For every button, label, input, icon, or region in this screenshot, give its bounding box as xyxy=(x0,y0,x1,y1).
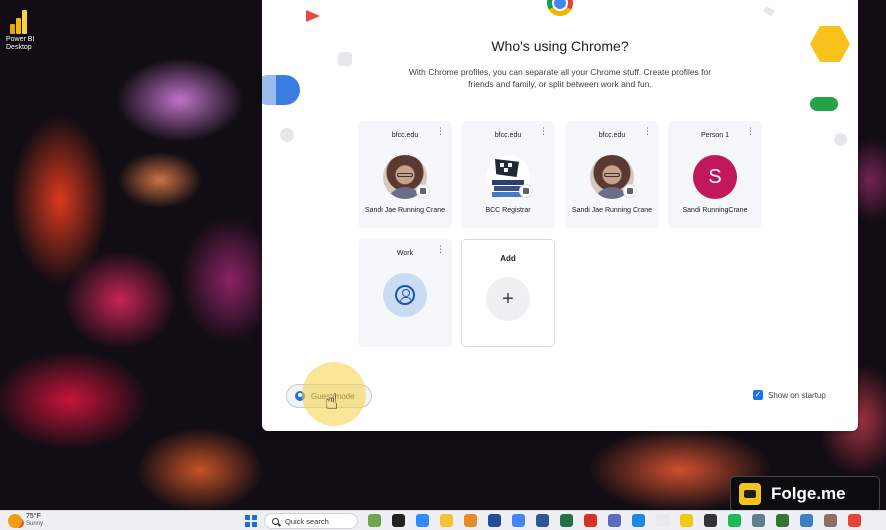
minecraft-icon[interactable] xyxy=(368,514,381,527)
add-profile-label: Add xyxy=(500,254,516,263)
decorative-shape xyxy=(262,75,276,105)
file-explorer-icon[interactable] xyxy=(440,514,453,527)
page-subtitle: With Chrome profiles, you can separate a… xyxy=(408,67,712,89)
profile-domain-label: Person 1 xyxy=(700,132,730,139)
profile-domain-label: bfcc.edu xyxy=(494,132,522,139)
decorative-shape xyxy=(810,97,838,111)
profile-menu-icon[interactable]: ⋮ xyxy=(746,127,755,136)
search-label: Quick search xyxy=(285,516,329,526)
weather-temp: 75°F xyxy=(26,513,41,520)
power-bi-icon xyxy=(10,8,32,34)
remote-desktop-icon[interactable] xyxy=(632,514,645,527)
power-bi-icon[interactable] xyxy=(680,514,693,527)
network-icon[interactable] xyxy=(752,514,765,527)
chrome-profile-picker: Who's using Chrome? With Chrome profiles… xyxy=(262,0,858,431)
weather-sun-icon xyxy=(8,513,22,528)
profile-name: BCC Registrar xyxy=(485,207,531,214)
profile-avatar-letter: S xyxy=(693,155,737,199)
managed-badge-icon xyxy=(520,185,532,197)
windows-start-icon[interactable] xyxy=(245,515,257,527)
profile-name: Sandi Jae Running Crane xyxy=(364,207,446,214)
profile-card[interactable]: bfcc.edu ⋮ BCC Registrar xyxy=(461,121,555,228)
profile-domain-label: bfcc.edu xyxy=(391,132,419,139)
zoom-icon[interactable] xyxy=(416,514,429,527)
guest-icon xyxy=(295,391,305,401)
decorative-shape xyxy=(763,5,775,17)
project-icon[interactable] xyxy=(776,514,789,527)
add-profile-button[interactable]: Add + xyxy=(461,239,555,347)
calculator-icon[interactable] xyxy=(608,514,621,527)
decorative-shape xyxy=(834,133,847,146)
decorative-shape xyxy=(280,128,294,142)
profile-menu-icon[interactable]: ⋮ xyxy=(436,245,445,254)
plus-icon: + xyxy=(486,277,530,321)
page-title: Who's using Chrome? xyxy=(491,38,629,54)
profile-card[interactable]: bfcc.edu ⋮ Sandi Jae Running Crane xyxy=(565,121,659,228)
folge-watermark-text: Folge.me xyxy=(771,484,846,503)
j1-icon[interactable] xyxy=(488,514,501,527)
managed-badge-icon xyxy=(417,185,429,197)
profile-menu-icon[interactable]: ⋮ xyxy=(643,127,652,136)
profile-avatar xyxy=(590,155,636,199)
chrome-logo-icon xyxy=(547,0,573,16)
profile-name: Sandi Jae Running Crane xyxy=(571,207,653,214)
taskbar: 75°F Sunny Quick search xyxy=(0,510,886,530)
spotify-icon[interactable] xyxy=(728,514,741,527)
show-on-startup-option[interactable]: ✓ Show on startup xyxy=(753,390,826,400)
profile-avatar xyxy=(383,273,427,317)
terminal-icon[interactable] xyxy=(392,514,405,527)
sticky-icon[interactable] xyxy=(704,514,717,527)
profile-avatar xyxy=(383,155,429,199)
folge-logo-icon xyxy=(739,483,761,505)
hand-cursor-icon: ☝ xyxy=(325,389,339,414)
taskbar-pinned-apps xyxy=(368,514,872,527)
chrome-icon[interactable] xyxy=(512,514,525,527)
profile-card[interactable]: Person 1 ⋮ S Sandi RunningCrane xyxy=(668,121,762,228)
weather-widget[interactable]: 75°F Sunny xyxy=(8,513,43,528)
search-icon xyxy=(272,517,279,525)
profile-domain-label: bfcc.edu xyxy=(598,132,626,139)
profile-name: Sandi RunningCrane xyxy=(682,207,748,214)
acrobat-icon[interactable] xyxy=(584,514,597,527)
excel-icon[interactable] xyxy=(560,514,573,527)
profile-menu-icon[interactable]: ⋮ xyxy=(436,127,445,136)
show-on-startup-checkbox[interactable]: ✓ xyxy=(753,390,763,400)
stack-icon[interactable] xyxy=(656,514,669,527)
taskbar-search[interactable]: Quick search xyxy=(264,513,358,529)
decorative-shape xyxy=(338,52,352,66)
person-icon xyxy=(395,285,415,305)
profile-menu-icon[interactable]: ⋮ xyxy=(539,127,548,136)
chrome-profile-icon[interactable] xyxy=(848,514,861,527)
profile-domain-label: Work xyxy=(396,250,414,257)
photos-icon[interactable] xyxy=(464,514,477,527)
folge-watermark: Folge.me xyxy=(730,476,880,512)
game-icon[interactable] xyxy=(824,514,837,527)
profile-card[interactable]: bfcc.edu ⋮ Sandi Jae Running Crane xyxy=(358,121,452,228)
desktop-icon-power-bi[interactable]: Power BI Desktop xyxy=(6,8,50,52)
profile-avatar xyxy=(486,155,532,199)
desktop-icon-label: Power BI Desktop xyxy=(6,36,35,51)
profile-card[interactable]: Work ⋮ xyxy=(358,239,452,347)
weather-condition: Sunny xyxy=(26,521,44,527)
decorative-shape xyxy=(306,10,320,22)
managed-badge-icon xyxy=(624,185,636,197)
show-on-startup-label: Show on startup xyxy=(768,390,826,400)
photo-viewer-icon[interactable] xyxy=(800,514,813,527)
word-icon[interactable] xyxy=(536,514,549,527)
